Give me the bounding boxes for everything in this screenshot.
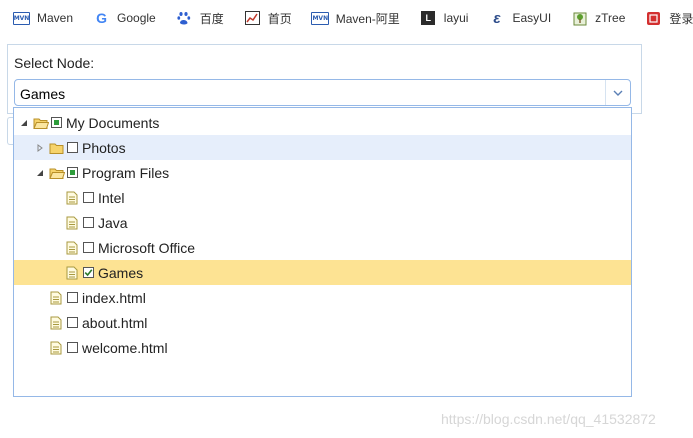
expanded-arrow-icon[interactable] <box>34 167 46 179</box>
combo-dropdown-button[interactable] <box>605 80 630 105</box>
checkbox-partial[interactable] <box>67 167 78 178</box>
checkbox-partial[interactable] <box>51 117 62 128</box>
tree-node[interactable]: Photos <box>14 135 631 160</box>
bookmark-layui[interactable]: L layui <box>407 6 476 30</box>
tree-node[interactable]: Program Files <box>14 160 631 185</box>
bookmark-maven[interactable]: MVN Maven <box>0 6 80 30</box>
checkbox[interactable] <box>67 142 78 153</box>
tree-node-label: Intel <box>98 189 125 206</box>
checkbox[interactable] <box>83 192 94 203</box>
tree-node[interactable]: My Documents <box>14 110 631 135</box>
baidu-paw-icon <box>177 11 192 26</box>
combotree-field[interactable]: Games <box>14 79 631 106</box>
bookmark-ztree[interactable]: zTree <box>558 6 632 30</box>
bookmark-google[interactable]: G Google <box>80 6 163 30</box>
bookmark-label: Maven <box>37 11 74 25</box>
file-icon <box>49 341 65 355</box>
checkbox[interactable] <box>67 292 78 303</box>
bookmark-label: 百度 <box>199 11 224 26</box>
file-icon <box>49 316 65 330</box>
chevron-down-icon <box>613 90 623 96</box>
bookmark-home[interactable]: 首页 <box>231 6 299 30</box>
select-node-label: Select Node: <box>14 55 95 71</box>
bookmark-label: zTree <box>595 11 626 25</box>
combotree-value: Games <box>20 86 66 102</box>
tree-node[interactable]: Java <box>14 210 631 235</box>
bookmark-login-repo[interactable]: 登录--仓库 <box>632 6 693 30</box>
bookmark-label: Maven-阿里 <box>335 11 400 26</box>
tree-node-label: Program Files <box>82 164 170 181</box>
file-icon <box>65 241 81 255</box>
red-seal-icon <box>646 11 661 26</box>
tree-node[interactable]: Microsoft Office <box>14 235 631 260</box>
bookmark-label: 首页 <box>267 11 292 26</box>
tree-node-label: Microsoft Office <box>98 239 195 256</box>
chart-image-icon <box>244 11 260 26</box>
tree-node[interactable]: welcome.html <box>14 335 631 360</box>
tree-node[interactable]: index.html <box>14 285 631 310</box>
tree-node[interactable]: about.html <box>14 310 631 335</box>
tree-node-label: Photos <box>82 139 126 156</box>
watermark: https://blog.csdn.net/qq_41532872 <box>441 411 656 427</box>
bookmark-label: layui <box>443 11 469 25</box>
open-folder-icon <box>33 116 50 130</box>
layui-icon: L <box>421 11 436 26</box>
tree-dropdown: My Documents Photos Program Files Intel Java… <box>13 107 632 397</box>
google-icon: G <box>96 10 107 26</box>
bookmark-label: 登录--仓库 <box>669 11 693 26</box>
folder-icon <box>49 141 65 155</box>
collapsed-arrow-icon[interactable] <box>34 142 46 154</box>
tree-node-label: Games <box>98 264 144 281</box>
checkbox-checked[interactable] <box>83 267 94 278</box>
checkbox[interactable] <box>67 342 78 353</box>
maven-icon: MVN <box>12 11 31 26</box>
bookmark-baidu[interactable]: 百度 <box>163 6 231 30</box>
checkbox[interactable] <box>83 242 94 253</box>
tree-node[interactable]: Intel <box>14 185 631 210</box>
tree-node-label: about.html <box>82 314 148 331</box>
file-icon <box>65 266 81 280</box>
ztree-icon <box>572 11 587 26</box>
open-folder-icon <box>49 166 66 180</box>
maven-icon: MVN <box>311 11 330 26</box>
checkbox[interactable] <box>83 217 94 228</box>
file-icon <box>65 191 81 205</box>
select-node-panel: Select Node: Games <box>7 44 642 114</box>
bookmark-easyui[interactable]: ε EasyUI <box>475 6 558 30</box>
tree-node-label: index.html <box>82 289 146 306</box>
bookmark-maven-aliyun[interactable]: MVN Maven-阿里 <box>299 6 407 30</box>
bookmarks-bar: MVN Maven G Google 百度 首页 MVN Maven-阿里 L … <box>0 0 693 36</box>
tree-node-label: My Documents <box>66 114 160 131</box>
tree-node-label: Java <box>98 214 128 231</box>
tree-node-label: welcome.html <box>82 339 168 356</box>
tree-node[interactable]: Games <box>14 260 631 285</box>
expanded-arrow-icon[interactable] <box>18 117 30 129</box>
file-icon <box>49 291 65 305</box>
bookmark-label: Google <box>117 11 156 25</box>
bookmark-label: EasyUI <box>512 11 552 25</box>
file-icon <box>65 216 81 230</box>
easyui-icon: ε <box>493 9 501 27</box>
checkbox[interactable] <box>67 317 78 328</box>
